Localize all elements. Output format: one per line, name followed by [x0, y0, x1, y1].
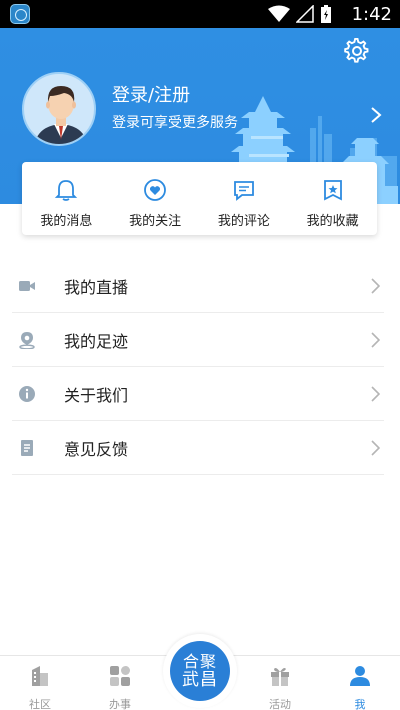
location-pin-icon [19, 332, 35, 349]
hejuwuchang-logo: 合聚 武昌 [170, 641, 230, 701]
wifi-icon [268, 5, 290, 22]
chevron-right-icon [371, 440, 380, 456]
building-icon [32, 666, 48, 686]
tab-label: 办事 [109, 698, 131, 710]
center-logo-button[interactable]: 合聚 武昌 [163, 634, 237, 708]
bell-icon [55, 180, 78, 201]
my-messages-button[interactable]: 我的消息 [22, 162, 111, 235]
menu-item-feedback[interactable]: 意见反馈 [12, 421, 384, 475]
tab-me[interactable]: 我 [330, 664, 390, 710]
tab-label: 活动 [269, 698, 291, 710]
feedback-icon [21, 440, 33, 456]
menu-item-my-live[interactable]: 我的直播 [12, 259, 384, 313]
my-favorites-label: 我的收藏 [306, 214, 359, 229]
menu-list: 我的直播 我的足迹 关于我们 意见反馈 [12, 259, 384, 475]
menu-item-my-footprint[interactable]: 我的足迹 [12, 313, 384, 367]
tab-activities[interactable]: 活动 [250, 664, 310, 710]
logo-line-1: 合聚 [182, 652, 217, 671]
app-notification-icon [10, 4, 30, 24]
gift-icon [271, 668, 289, 686]
person-icon [350, 666, 370, 686]
status-bar: 1:42 [0, 0, 400, 28]
bookmark-icon [323, 180, 342, 201]
settings-gear-icon[interactable] [344, 38, 370, 64]
quick-actions-card: 我的消息 我的关注 我的评论 我的收藏 [22, 162, 377, 235]
logo-line-2: 武昌 [182, 670, 218, 690]
tab-services[interactable]: 办事 [90, 664, 150, 710]
menu-item-about-us[interactable]: 关于我们 [12, 367, 384, 421]
info-icon [19, 386, 35, 402]
signal-icon [296, 5, 314, 23]
chevron-right-icon[interactable] [370, 106, 382, 124]
tab-community[interactable]: 社区 [10, 664, 70, 710]
tab-label: 社区 [29, 698, 51, 710]
avatar[interactable] [22, 72, 96, 146]
comment-icon [233, 181, 254, 201]
chevron-right-icon [371, 386, 380, 402]
battery-icon [321, 5, 331, 23]
status-time: 1:42 [351, 4, 392, 25]
status-icons [268, 4, 332, 24]
menu-item-label: 关于我们 [64, 385, 129, 405]
menu-item-label: 意见反馈 [64, 439, 129, 459]
video-icon [19, 281, 35, 291]
tab-label: 我 [354, 698, 366, 710]
my-messages-label: 我的消息 [40, 214, 93, 229]
my-follows-button[interactable]: 我的关注 [111, 162, 200, 235]
grid-icon [110, 666, 130, 686]
my-favorites-button[interactable]: 我的收藏 [288, 162, 377, 235]
chevron-right-icon [371, 332, 380, 348]
my-follows-label: 我的关注 [129, 214, 182, 229]
menu-item-label: 我的直播 [64, 277, 129, 297]
menu-item-label: 我的足迹 [64, 331, 129, 351]
heart-icon [144, 179, 167, 201]
my-comments-button[interactable]: 我的评论 [200, 162, 289, 235]
login-register-link[interactable]: 登录/注册 [112, 81, 190, 107]
chevron-right-icon [371, 278, 380, 294]
my-comments-label: 我的评论 [217, 214, 270, 229]
